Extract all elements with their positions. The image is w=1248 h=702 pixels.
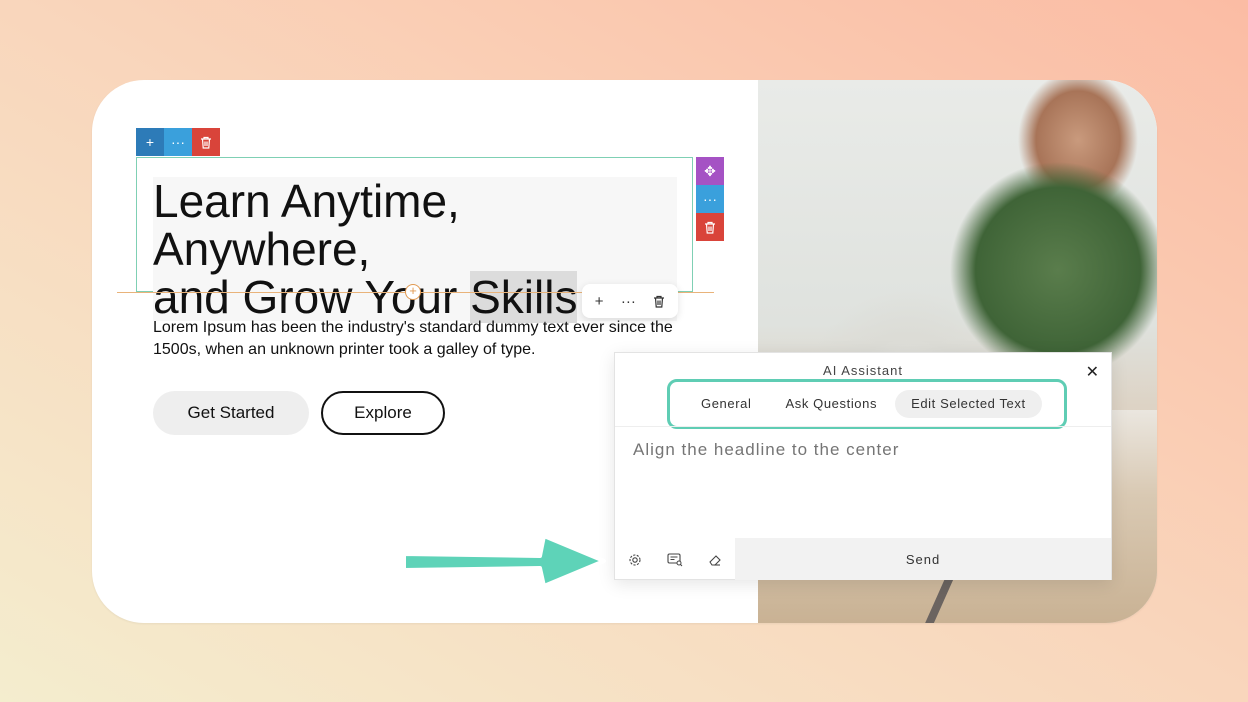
tab-general[interactable]: General: [685, 390, 767, 418]
ai-assistant-title: AI Assistant: [823, 363, 903, 378]
headline-line-1: Learn Anytime, Anywhere,: [153, 175, 460, 275]
more-icon: ···: [703, 191, 717, 207]
plus-icon[interactable]: +: [595, 293, 604, 310]
element-toolbar: ✥ ···: [696, 157, 724, 241]
close-icon[interactable]: ✕: [1086, 362, 1099, 382]
section-toolbar: + ···: [136, 128, 220, 156]
arrow-icon: [402, 534, 606, 588]
ai-tab-group: General Ask Questions Edit Selected Text: [667, 379, 1067, 429]
divider: [615, 426, 1111, 427]
chat-search-icon[interactable]: [664, 549, 686, 571]
move-icon: ✥: [704, 162, 716, 179]
delete-section-button[interactable]: [192, 128, 220, 156]
delete-element-button[interactable]: [696, 213, 724, 241]
get-started-button[interactable]: Get Started: [153, 391, 309, 435]
gear-icon[interactable]: [624, 549, 646, 571]
send-button[interactable]: Send: [735, 538, 1111, 580]
headline-selected-text[interactable]: Skills: [470, 271, 578, 323]
element-options-button[interactable]: ···: [696, 185, 724, 213]
headline-line-2: and Grow Your: [153, 271, 471, 323]
add-section-button[interactable]: +: [136, 128, 164, 156]
tab-ask-questions[interactable]: Ask Questions: [769, 390, 893, 418]
inline-toolbar: + ···: [582, 284, 678, 318]
eraser-icon[interactable]: [704, 549, 726, 571]
plus-icon: +: [145, 134, 155, 150]
body-paragraph[interactable]: Lorem Ipsum has been the industry's stan…: [153, 317, 693, 361]
ai-assistant-panel: AI Assistant ✕ General Ask Questions Edi…: [614, 352, 1112, 580]
section-options-button[interactable]: ···: [164, 128, 192, 156]
move-element-button[interactable]: ✥: [696, 157, 724, 185]
explore-button[interactable]: Explore: [321, 391, 445, 435]
ai-prompt-input[interactable]: [631, 439, 1095, 461]
more-icon: ···: [171, 134, 185, 150]
more-icon[interactable]: ···: [621, 293, 636, 310]
trash-icon: [705, 221, 715, 234]
trash-icon[interactable]: [653, 295, 665, 308]
trash-icon: [201, 136, 211, 149]
tab-edit-selected-text[interactable]: Edit Selected Text: [895, 390, 1042, 418]
insert-plus-icon[interactable]: +: [405, 284, 421, 300]
